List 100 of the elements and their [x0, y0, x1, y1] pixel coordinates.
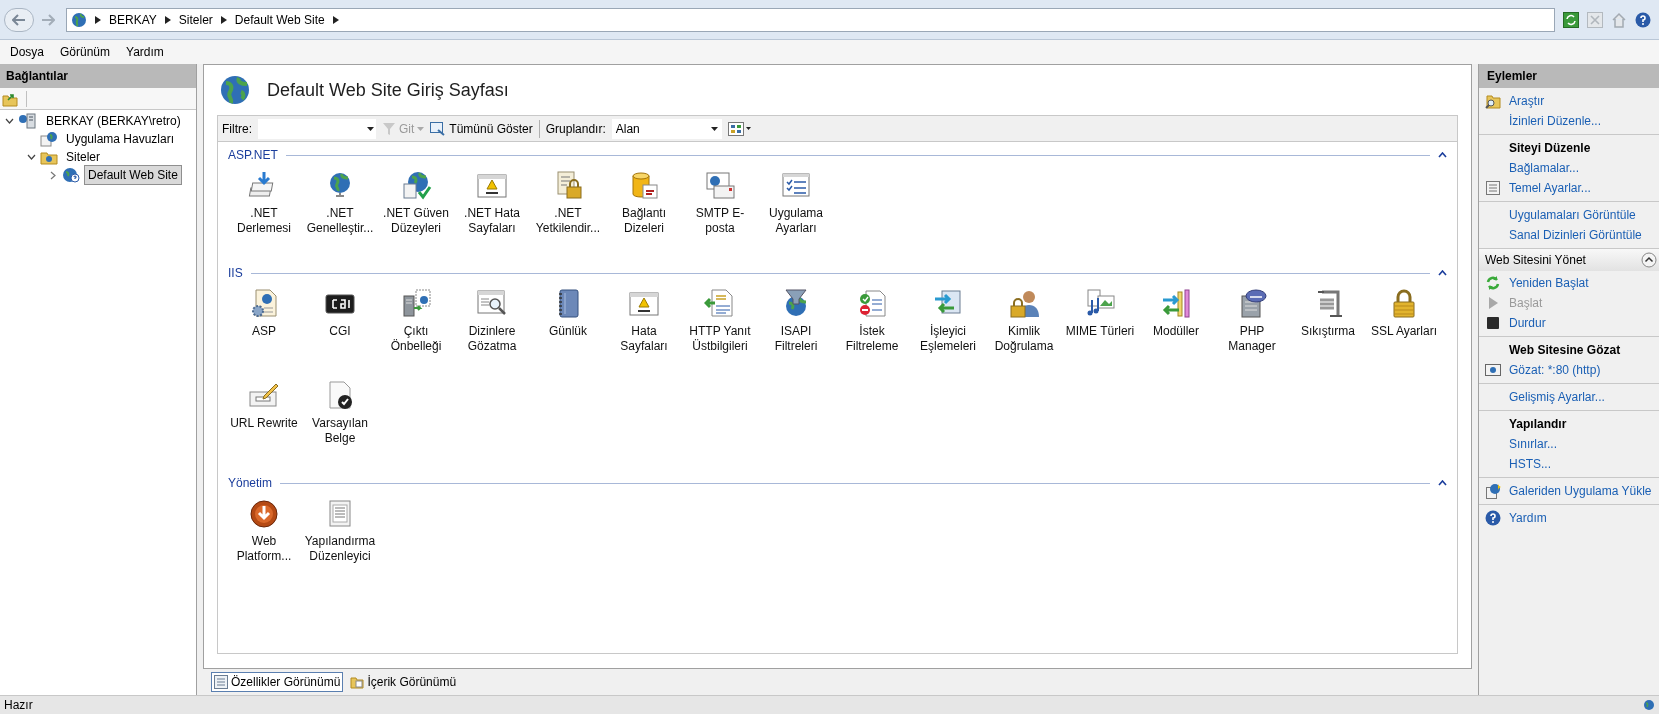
help-icon[interactable]	[1635, 11, 1651, 28]
breadcrumb-arrow-icon[interactable]	[164, 15, 171, 24]
feature-tile[interactable]: SSL Ayarları	[1368, 288, 1440, 376]
feature-tile[interactable]: SMTP E-posta	[684, 170, 756, 258]
list-window-icon	[214, 675, 228, 689]
feature-tile[interactable]: Yapılandırma Düzenleyici	[304, 498, 376, 586]
feature-tile[interactable]: .NET Yetkilendir...	[532, 170, 604, 258]
forward-arrow-icon	[41, 13, 55, 26]
breadcrumb-arrow-icon[interactable]	[95, 15, 101, 24]
menu-item[interactable]: Görünüm	[54, 43, 117, 61]
expand-toggle-icon[interactable]	[26, 154, 36, 160]
feature-tile[interactable]: Uygulama Ayarları	[760, 170, 832, 258]
feature-tile[interactable]: ISAPI Filtreleri	[760, 288, 832, 376]
action-link[interactable]: Uygulamaları Görüntüle	[1509, 206, 1636, 224]
breadcrumb-arrow-icon[interactable]	[220, 15, 227, 24]
feature-tile[interactable]: ASP	[228, 288, 300, 376]
menu-item[interactable]: Yardım	[120, 43, 170, 61]
folder-document-icon	[350, 675, 365, 689]
feature-tile[interactable]: Hata Sayfaları	[608, 288, 680, 376]
back-arrow-icon	[12, 13, 26, 26]
feature-label: .NET Genelleştir...	[305, 206, 375, 236]
address-bar[interactable]: BERKAY Siteler Default Web Site	[66, 7, 1555, 32]
folder-icon	[40, 149, 58, 165]
filter-label: Filtre:	[222, 120, 252, 138]
feature-tile[interactable]: .NET Genelleştir...	[304, 170, 376, 258]
collapse-icon[interactable]	[1641, 252, 1657, 268]
feature-tile[interactable]: Sıkıştırma	[1292, 288, 1364, 376]
tree-item[interactable]: Default Web Site	[84, 165, 182, 185]
breadcrumb-item[interactable]: Siteler	[178, 10, 213, 29]
feature-label: PHP Manager	[1227, 324, 1277, 354]
feature-tile[interactable]: .NET Derlemesi	[228, 170, 300, 258]
action-link[interactable]: Bağlamalar...	[1509, 159, 1580, 177]
feature-tile[interactable]: Bağlantı Dizeleri	[608, 170, 680, 258]
feature-tile[interactable]: Web Platform...	[228, 498, 300, 586]
app-pool-icon	[40, 131, 58, 147]
feature-label: HTTP Yanıt Üstbilgileri	[688, 324, 752, 354]
feature-tile[interactable]: Modüller	[1140, 288, 1212, 376]
action-link[interactable]: İzinleri Düzenle...	[1509, 112, 1602, 130]
view-options-icon[interactable]	[727, 121, 752, 136]
group-header[interactable]: IIS	[228, 264, 243, 282]
breadcrumb-item[interactable]: BERKAY	[109, 10, 157, 29]
view-tab[interactable]: Özellikler Görünümü	[211, 672, 344, 692]
action-link[interactable]: Sınırlar...	[1509, 435, 1558, 453]
feature-label: .NET Hata Sayfaları	[463, 206, 521, 236]
group-header[interactable]: Yönetim	[228, 474, 273, 492]
section-heading: Yapılandır	[1509, 416, 1567, 433]
feature-label: Çıktı Önbelleği	[389, 324, 443, 354]
action-link[interactable]: Temel Ayarlar...	[1509, 179, 1591, 197]
action-link[interactable]: HSTS...	[1509, 455, 1551, 473]
tree-item[interactable]: Siteler	[62, 147, 104, 167]
action-link[interactable]: Araştır	[1509, 92, 1545, 110]
refresh-arrows-icon	[1485, 275, 1501, 291]
feature-label: ASP	[251, 324, 277, 339]
action-link[interactable]: Gelişmiş Ayarlar...	[1509, 388, 1605, 406]
feature-tile[interactable]: İşleyici Eşlemeleri	[912, 288, 984, 376]
action-link[interactable]: Gözat: *:80 (http)	[1509, 361, 1601, 379]
breadcrumb-item[interactable]: Default Web Site	[234, 10, 325, 29]
show-all-button[interactable]: Tümünü Göster	[430, 119, 533, 138]
feature-label: Dizinlere Gözatma	[466, 324, 518, 354]
tree-item[interactable]: BERKAY (BERKAY\retro)	[42, 111, 185, 131]
refresh-icon[interactable]	[1563, 11, 1579, 28]
feature-tile[interactable]: Varsayılan Belge	[304, 380, 376, 468]
caret-icon	[367, 126, 374, 131]
action-link[interactable]: Yeniden Başlat	[1509, 274, 1589, 292]
feature-label: Sıkıştırma	[1300, 324, 1356, 339]
filter-field[interactable]	[258, 118, 376, 139]
feature-tile[interactable]: URL Rewrite	[228, 380, 300, 468]
feature-tile[interactable]: Kimlik Doğrulama	[988, 288, 1060, 376]
feature-label: MIME Türleri	[1064, 324, 1136, 339]
feature-tile[interactable]: .NET Güven Düzeyleri	[380, 170, 452, 258]
view-tab[interactable]: İçerik Görünümü	[347, 672, 460, 692]
feature-tile[interactable]: MIME Türleri	[1064, 288, 1136, 376]
download-circle-icon	[248, 498, 280, 530]
breadcrumb-arrow-icon[interactable]	[332, 15, 339, 24]
feature-tile[interactable]: Dizinlere Gözatma	[456, 288, 528, 376]
action-link[interactable]: Galeriden Uygulama Yükle	[1509, 482, 1652, 500]
feature-tile[interactable]: PHP Manager	[1216, 288, 1288, 376]
group-header[interactable]: ASP.NET	[228, 146, 278, 164]
feature-label: .NET Derlemesi	[236, 206, 292, 236]
feature-tile[interactable]: .NET Hata Sayfaları	[456, 170, 528, 258]
feature-tile[interactable]: HTTP Yanıt Üstbilgileri	[684, 288, 756, 376]
tree-item[interactable]: Uygulama Havuzları	[62, 129, 179, 149]
feature-tile[interactable]: İstek Filtreleme	[836, 288, 908, 376]
action-link[interactable]: Sanal Dizinleri Görüntüle	[1509, 226, 1642, 244]
collapse-icon[interactable]	[1438, 152, 1447, 158]
menu-item[interactable]: Dosya	[4, 43, 50, 61]
expand-toggle-icon[interactable]	[4, 118, 14, 124]
expand-toggle-icon[interactable]	[48, 170, 58, 180]
back-button[interactable]	[4, 7, 34, 32]
feature-tile[interactable]: Çıktı Önbelleği	[380, 288, 452, 376]
feature-label: Modüller	[1152, 324, 1200, 339]
collapse-icon[interactable]	[1438, 480, 1447, 486]
action-link[interactable]: Yardım	[1509, 509, 1547, 527]
form-icon	[1485, 180, 1501, 196]
feature-tile[interactable]: CGI	[304, 288, 376, 376]
collapse-icon[interactable]	[1438, 270, 1447, 276]
action-link[interactable]: Durdur	[1509, 314, 1546, 332]
feature-tile[interactable]: Günlük	[532, 288, 604, 376]
group-by-dropdown[interactable]: Alan	[611, 118, 722, 139]
document-sparkle-icon	[1485, 483, 1501, 499]
